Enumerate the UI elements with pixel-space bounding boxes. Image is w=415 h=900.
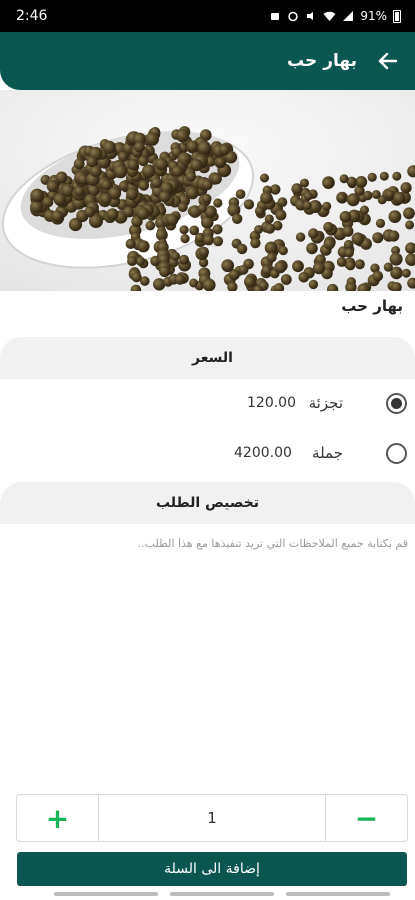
status-bar: 2:46 91%	[0, 0, 415, 32]
price-option-label: جملة	[312, 444, 343, 462]
price-option-value: 4200.00	[234, 445, 292, 461]
page-title: بهار حب	[287, 51, 357, 71]
allspice-photo	[0, 90, 415, 291]
price-option-retail[interactable]: تجزئة 120.00	[0, 383, 415, 423]
minus-icon: −	[354, 801, 379, 835]
add-to-cart-button[interactable]: إضافة الى السلة	[17, 852, 407, 886]
price-section-header: السعر	[0, 337, 415, 379]
price-option-value: 120.00	[247, 395, 296, 411]
product-name: بهار حب	[341, 297, 403, 315]
mute-icon	[307, 12, 314, 20]
customize-section-header: تخصيص الطلب	[0, 482, 415, 524]
nav-recents-handle[interactable]	[286, 892, 390, 896]
radio-button-selected[interactable]	[386, 392, 407, 414]
order-notes-input[interactable]	[10, 528, 408, 558]
signal-icon	[343, 11, 354, 21]
quantity-stepper: + 1 −	[16, 794, 408, 842]
price-option-label: تجزئة	[308, 394, 343, 412]
arrow-right-icon	[378, 52, 398, 70]
alarm-icon	[288, 11, 299, 22]
nav-home-handle[interactable]	[170, 892, 274, 896]
quantity-value: 1	[207, 809, 217, 827]
status-icons: 91%	[269, 9, 401, 23]
increase-quantity-button[interactable]: +	[17, 795, 99, 841]
radio-button[interactable]	[386, 442, 407, 464]
wifi-icon	[323, 11, 336, 21]
customize-section-title: تخصيص الطلب	[155, 495, 260, 511]
price-option-wholesale[interactable]: جملة 4200.00	[0, 433, 415, 473]
status-time: 2:46	[16, 8, 48, 24]
back-button[interactable]	[375, 48, 401, 74]
battery-icon	[393, 9, 401, 23]
battery-percent: 91%	[360, 9, 387, 23]
app-bar: بهار حب	[0, 32, 415, 90]
notification-icon	[271, 13, 280, 20]
product-image	[0, 90, 415, 291]
plus-icon: +	[45, 801, 70, 835]
decrease-quantity-button[interactable]: −	[325, 795, 407, 841]
price-section-title: السعر	[192, 350, 233, 366]
nav-back-handle[interactable]	[54, 892, 158, 896]
